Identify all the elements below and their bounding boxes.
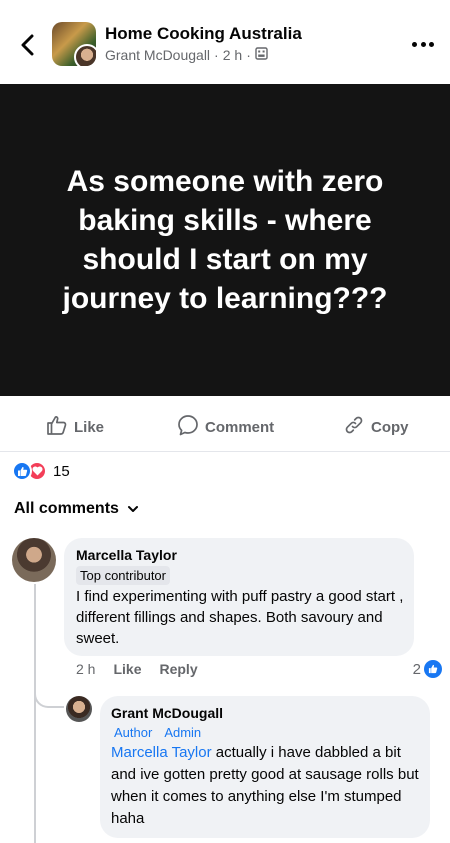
meta-separator: · xyxy=(246,47,251,63)
admin-tag: Admin xyxy=(164,725,202,740)
post-content: As someone with zero baking skills - whe… xyxy=(0,84,450,396)
avatar[interactable] xyxy=(12,538,56,582)
like-reaction-icon xyxy=(12,461,32,481)
reaction-summary[interactable]: 15 xyxy=(12,459,70,483)
comment-label: Comment xyxy=(205,418,275,436)
comment-button[interactable]: Comment xyxy=(177,404,274,450)
author-tag: Author xyxy=(114,725,153,740)
copy-label: Copy xyxy=(371,418,409,436)
group-avatar[interactable] xyxy=(52,22,96,66)
post-text: As someone with zero baking skills - whe… xyxy=(62,165,388,315)
group-icon xyxy=(255,47,268,63)
thread-line xyxy=(34,584,36,843)
header: Home Cooking Australia Grant McDougall ·… xyxy=(0,0,450,84)
avatar[interactable] xyxy=(66,696,92,722)
author-tags: Author Admin xyxy=(114,725,201,740)
reply-bubble: Grant McDougall Author Admin Marcella Ta… xyxy=(100,696,430,838)
comment-like-button[interactable]: Like xyxy=(113,661,141,677)
link-icon xyxy=(343,414,365,440)
post-time[interactable]: 2 h xyxy=(223,47,242,63)
mention-link[interactable]: Marcella Taylor xyxy=(111,744,212,761)
comment-time[interactable]: 2 h xyxy=(76,661,95,677)
like-label: Like xyxy=(74,418,105,436)
group-name[interactable]: Home Cooking Australia xyxy=(105,24,302,44)
post-actions: Like Comment Copy xyxy=(0,404,450,450)
reply-text: Marcella Taylor actually i have dabbled … xyxy=(111,742,423,830)
like-button[interactable]: Like xyxy=(46,404,104,450)
thread-connector xyxy=(34,676,64,708)
comments-filter-label: All comments xyxy=(14,500,119,517)
top-contributor-badge: Top contributor xyxy=(76,566,170,585)
more-icon[interactable] xyxy=(412,40,434,48)
chevron-down-icon xyxy=(127,500,139,518)
reaction-count: 15 xyxy=(53,462,70,480)
divider xyxy=(0,451,450,452)
comment-text: I find experimenting with puff pastry a … xyxy=(76,588,404,647)
author-name[interactable]: Grant McDougall xyxy=(105,47,210,63)
meta-separator: · xyxy=(214,47,219,63)
comment-bubble: Marcella Taylor Top contributor I find e… xyxy=(64,538,414,656)
comment-meta: 2 h Like Reply xyxy=(76,661,198,677)
author-avatar-mini xyxy=(74,44,96,66)
copy-button[interactable]: Copy xyxy=(343,404,409,450)
comments-filter[interactable]: All comments xyxy=(14,500,139,518)
comment-reply-button[interactable]: Reply xyxy=(159,661,197,677)
thumbs-up-icon xyxy=(46,414,68,440)
back-icon[interactable] xyxy=(16,30,38,60)
reply-author[interactable]: Grant McDougall xyxy=(111,705,223,721)
comment-reaction-summary[interactable]: 2 xyxy=(413,660,442,678)
like-reaction-icon xyxy=(424,660,442,678)
post-meta: Grant McDougall · 2 h · xyxy=(105,47,268,63)
comment-reaction-count: 2 xyxy=(412,660,421,678)
comment-author[interactable]: Marcella Taylor xyxy=(76,547,177,563)
comment-icon xyxy=(177,414,199,440)
